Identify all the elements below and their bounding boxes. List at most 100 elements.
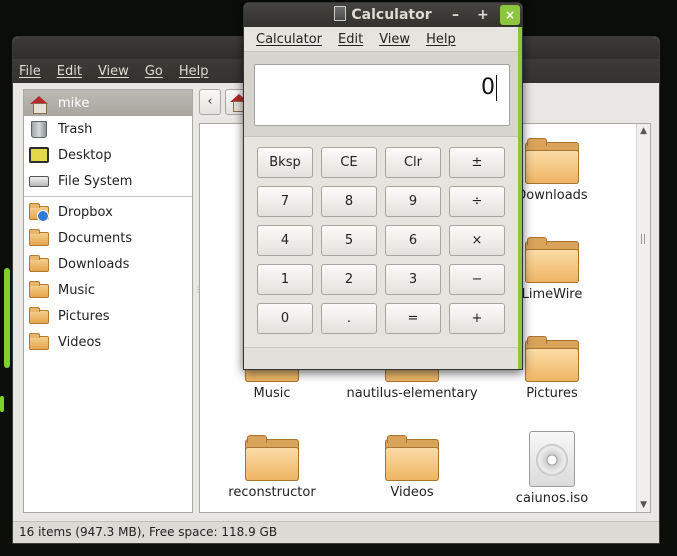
minimize-icon[interactable]: –	[452, 3, 459, 27]
add-button[interactable]: +	[449, 303, 505, 334]
calculator-app-icon	[334, 6, 347, 21]
file-item-label: caiunos.iso	[515, 491, 589, 506]
folder-icon	[28, 306, 50, 326]
file-item[interactable]: reconstructor	[202, 435, 342, 500]
sidebar-item-music[interactable]: Music	[24, 277, 192, 303]
desktop-accent	[0, 396, 4, 412]
digit-9-button[interactable]: 9	[385, 186, 441, 217]
sidebar-item-file-system[interactable]: File System	[24, 168, 192, 194]
places-sidebar: mike Trash Desktop File System Dropbox D…	[23, 89, 193, 513]
menu-help[interactable]: Help	[426, 32, 456, 47]
sidebar-divider	[24, 196, 192, 197]
disc-image-icon	[529, 431, 575, 487]
digit-6-button[interactable]: 6	[385, 225, 441, 256]
maximize-icon[interactable]: +	[477, 3, 489, 27]
digit-5-button[interactable]: 5	[321, 225, 377, 256]
back-button[interactable]: ‹	[199, 89, 221, 115]
decimal-point-button[interactable]: .	[321, 303, 377, 334]
menu-view[interactable]: View	[379, 32, 410, 47]
sidebar-item-label: File System	[58, 173, 133, 189]
folder-icon	[245, 435, 299, 481]
file-item-label: reconstructor	[228, 485, 316, 500]
sidebar-item-label: Videos	[58, 334, 102, 350]
file-item[interactable]: caiunos.iso	[482, 431, 622, 506]
scroll-up-icon[interactable]: ▲	[640, 126, 647, 136]
home-icon	[28, 93, 50, 114]
menu-view[interactable]: View	[98, 64, 129, 79]
sidebar-item-desktop[interactable]: Desktop	[24, 142, 192, 168]
pane-resize-handle[interactable]: ⋮	[194, 285, 202, 294]
folder-icon	[525, 138, 579, 184]
folder-icon	[525, 336, 579, 382]
digit-8-button[interactable]: 8	[321, 186, 377, 217]
sidebar-item-label: Pictures	[58, 308, 110, 324]
digit-7-button[interactable]: 7	[257, 186, 313, 217]
status-bar: 16 items (947.3 MB), Free space: 118.9 G…	[13, 521, 659, 543]
menu-go[interactable]: Go	[145, 64, 163, 79]
sidebar-item-videos[interactable]: Videos	[24, 329, 192, 355]
folder-icon	[28, 254, 50, 274]
change-sign-button[interactable]: ±	[449, 147, 505, 178]
digit-0-button[interactable]: 0	[257, 303, 313, 334]
folder-icon	[525, 237, 579, 283]
sidebar-item-pictures[interactable]: Pictures	[24, 303, 192, 329]
menu-help[interactable]: Help	[179, 64, 209, 79]
folder-icon	[28, 280, 50, 300]
display-value: 0	[481, 75, 495, 100]
window-focus-accent	[518, 27, 522, 369]
desktop-icon	[28, 145, 50, 165]
calculator-titlebar[interactable]: Calculator – + ×	[244, 3, 522, 27]
trash-icon	[28, 119, 50, 139]
sidebar-item-label: Downloads	[58, 256, 130, 272]
clear-entry-button[interactable]: CE	[321, 147, 377, 178]
file-item[interactable]: Videos	[342, 435, 482, 500]
scrollbar-grip[interactable]	[641, 234, 645, 244]
file-item-label: nautilus-elementary	[346, 386, 478, 401]
display-panel: 0	[244, 51, 518, 137]
chevron-left-icon: ‹	[207, 94, 213, 109]
backspace-button[interactable]: Bksp	[257, 147, 313, 178]
equals-button[interactable]: =	[385, 303, 441, 334]
menu-edit[interactable]: Edit	[57, 64, 82, 79]
clear-button[interactable]: Clr	[385, 147, 441, 178]
sidebar-item-dropbox[interactable]: Dropbox	[24, 199, 192, 225]
sidebar-item-trash[interactable]: Trash	[24, 116, 192, 142]
close-icon[interactable]: ×	[500, 5, 520, 25]
sidebar-item-label: Documents	[58, 230, 133, 246]
text-cursor	[496, 75, 497, 101]
menu-file[interactable]: File	[19, 64, 41, 79]
calculator-menubar: Calculator Edit View Help	[244, 27, 522, 51]
sidebar-item-label: mike	[58, 95, 90, 111]
menu-edit[interactable]: Edit	[338, 32, 363, 47]
folder-icon	[28, 228, 50, 248]
calculator-display[interactable]: 0	[254, 64, 510, 126]
desktop-accent	[4, 268, 10, 368]
calculator-window: Calculator – + × Calculator Edit View He…	[243, 2, 523, 370]
digit-3-button[interactable]: 3	[385, 264, 441, 295]
calculator-title: Calculator	[351, 7, 432, 23]
sidebar-item-mike[interactable]: mike	[24, 90, 192, 116]
digit-2-button[interactable]: 2	[321, 264, 377, 295]
divide-button[interactable]: ÷	[449, 186, 505, 217]
sidebar-item-downloads[interactable]: Downloads	[24, 251, 192, 277]
file-item-label: Pictures	[526, 386, 578, 401]
calculator-status-area	[244, 347, 518, 369]
sidebar-item-label: Trash	[58, 121, 93, 137]
folder-icon	[385, 435, 439, 481]
multiply-button[interactable]: ×	[449, 225, 505, 256]
file-item-label: Videos	[390, 485, 434, 500]
drive-icon	[28, 171, 50, 191]
sidebar-item-label: Music	[58, 282, 95, 298]
digit-1-button[interactable]: 1	[257, 264, 313, 295]
file-item-label: Music	[253, 386, 291, 401]
sidebar-item-label: Desktop	[58, 147, 112, 163]
menu-calculator[interactable]: Calculator	[256, 32, 322, 47]
subtract-button[interactable]: −	[449, 264, 505, 295]
sidebar-item-documents[interactable]: Documents	[24, 225, 192, 251]
scroll-down-icon[interactable]: ▼	[640, 500, 647, 510]
vertical-scrollbar[interactable]: ▲ ▼	[636, 124, 650, 512]
digit-4-button[interactable]: 4	[257, 225, 313, 256]
folder-icon	[28, 332, 50, 352]
sidebar-item-label: Dropbox	[58, 204, 113, 220]
dropbox-folder-icon	[28, 202, 50, 222]
